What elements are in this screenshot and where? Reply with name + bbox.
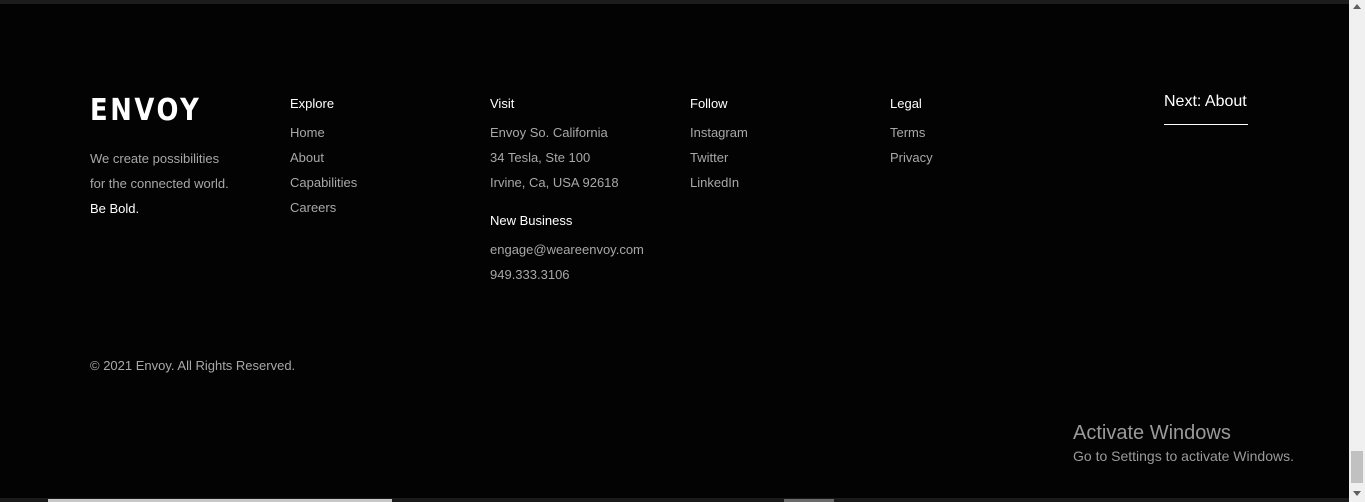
follow-heading: Follow <box>690 96 728 111</box>
address-line-2: 34 Tesla, Ste 100 <box>490 150 591 165</box>
explore-heading: Explore <box>290 96 335 111</box>
tagline-line-1: We create possibilities <box>90 151 220 166</box>
legal-link-privacy[interactable]: Privacy <box>890 145 1080 170</box>
legal-heading: Legal <box>890 96 922 111</box>
follow-link-linkedin[interactable]: LinkedIn <box>690 170 880 195</box>
vertical-scrollbar[interactable] <box>1349 0 1365 502</box>
watermark-title: Activate Windows <box>1073 422 1231 444</box>
email-link[interactable]: engage@weareenvoy.com <box>490 237 680 262</box>
explore-link-home[interactable]: Home <box>290 120 480 145</box>
footer-brand: ENVOY We create possibilities for the co… <box>90 94 229 221</box>
tagline-line-2: for the connected world. <box>90 176 229 191</box>
address-line-1: Envoy So. California <box>490 125 608 140</box>
next-page-link[interactable]: Next: About <box>1164 92 1248 125</box>
explore-link-careers[interactable]: Careers <box>290 195 480 220</box>
visit-column: Visit Envoy So. California 34 Tesla, Ste… <box>490 94 680 287</box>
follow-column: Follow Instagram Twitter LinkedIn <box>690 94 880 195</box>
follow-link-twitter[interactable]: Twitter <box>690 145 880 170</box>
new-business-section: New Business engage@weareenvoy.com 949.3… <box>490 211 680 287</box>
windows-activation-watermark: Activate Windows Go to Settings to activ… <box>1073 421 1294 467</box>
explore-link-about[interactable]: About <box>290 145 480 170</box>
visit-heading: Visit <box>490 96 515 111</box>
envoy-logo[interactable]: ENVOY <box>90 94 209 128</box>
explore-column: Explore Home About Capabilities Careers <box>290 94 480 220</box>
legal-column: Legal Terms Privacy <box>890 94 1080 170</box>
scroll-up-icon[interactable] <box>1353 4 1361 9</box>
tagline-bold: Be Bold. <box>90 201 140 216</box>
phone-link[interactable]: 949.333.3106 <box>490 262 680 287</box>
vertical-scroll-thumb[interactable] <box>1351 451 1363 483</box>
tagline: We create possibilities for the connecte… <box>90 146 229 221</box>
legal-link-terms[interactable]: Terms <box>890 120 1080 145</box>
copyright-text: © 2021 Envoy. All Rights Reserved. <box>90 358 296 373</box>
explore-link-capabilities[interactable]: Capabilities <box>290 170 480 195</box>
scroll-down-icon[interactable] <box>1353 491 1361 496</box>
horizontal-scrollbar[interactable] <box>0 498 1349 502</box>
watermark-subtitle: Go to Settings to activate Windows. <box>1073 448 1294 464</box>
new-business-heading: New Business <box>490 213 573 228</box>
follow-link-instagram[interactable]: Instagram <box>690 120 880 145</box>
address-line-3: Irvine, Ca, USA 92618 <box>490 175 619 190</box>
